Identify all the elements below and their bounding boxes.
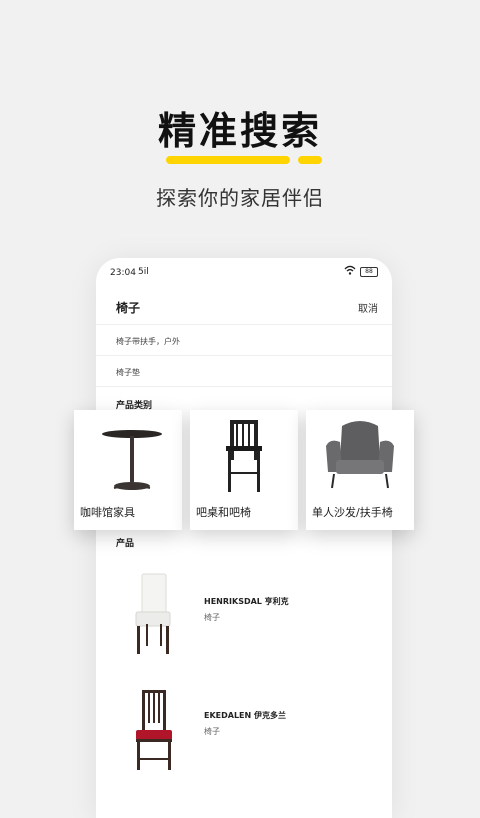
category-label: 单人沙发/扶手椅 (312, 506, 393, 519)
battery-icon: 88 (360, 267, 378, 277)
cancel-button[interactable]: 取消 (358, 300, 378, 315)
bar-stool-icon (226, 420, 262, 492)
search-input[interactable]: 椅子 (116, 299, 140, 316)
promo-subtitle: 探索你的家居伴侣 (156, 186, 324, 210)
signal-icon: 5il (138, 267, 149, 277)
promo-title: 精准搜索 (157, 109, 322, 153)
product-category: 椅子 (204, 727, 220, 736)
category-label: 吧桌和吧椅 (196, 506, 251, 519)
title-underline-long (166, 156, 290, 164)
product-name: EKEDALEN 伊克多兰 (204, 711, 287, 720)
category-card-bar[interactable]: 吧桌和吧椅 (190, 410, 298, 530)
category-card-armchair[interactable]: 单人沙发/扶手椅 (306, 410, 414, 530)
category-label: 咖啡馆家具 (80, 506, 135, 519)
status-bar: 23:04 5il 88 (96, 258, 392, 286)
suggestion-item[interactable]: 椅子带扶手，户外 (96, 325, 392, 356)
product-category: 椅子 (204, 613, 220, 622)
suggestion-label: 椅子带扶手，户外 (116, 337, 180, 346)
henriksdal-chair-image (135, 573, 171, 654)
suggestion-label: 椅子垫 (116, 368, 140, 377)
product-row[interactable]: HENRIKSDAL 亨利克 椅子 (96, 572, 392, 682)
status-time: 23:04 (110, 268, 136, 278)
product-row[interactable]: EKEDALEN 伊克多兰 椅子 (96, 688, 392, 798)
product-section-label: 产品 (116, 539, 135, 549)
search-bar[interactable]: 椅子 取消 (96, 286, 392, 325)
armchair-icon (326, 421, 394, 489)
product-name: HENRIKSDAL 亨利克 (204, 597, 289, 606)
suggestion-item[interactable]: 椅子垫 (96, 356, 392, 387)
ekedalen-chair-image (136, 690, 172, 770)
cafe-table-icon (102, 430, 162, 490)
category-card-cafe[interactable]: 咖啡馆家具 (74, 410, 182, 530)
title-underline-short (298, 156, 322, 164)
wifi-icon (344, 265, 356, 275)
